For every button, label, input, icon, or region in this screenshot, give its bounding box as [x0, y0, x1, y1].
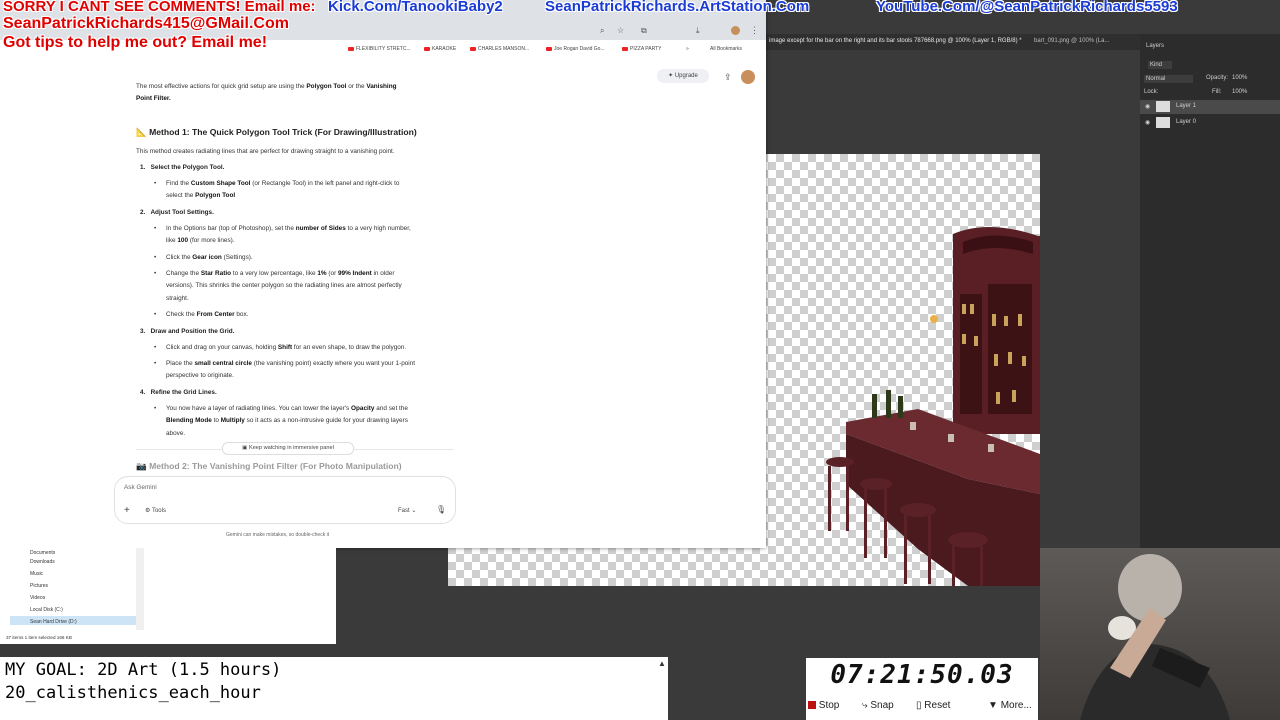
nav-item[interactable]: Downloads: [30, 558, 55, 566]
more-button[interactable]: ▼ More...: [988, 700, 1032, 711]
eye-icon[interactable]: ◉: [1145, 119, 1150, 126]
bullet-text: In the Options bar (top of Photoshop), s…: [154, 225, 411, 233]
mic-icon[interactable]: 🎙: [436, 505, 446, 514]
overlay-link-kick: Kick.Com/TanookiBaby2: [328, 0, 503, 15]
disclaimer: Gemini can make mistakes, so double-chec…: [226, 532, 330, 538]
opacity-value[interactable]: 100%: [1232, 75, 1247, 81]
nav-item[interactable]: Pictures: [30, 582, 48, 590]
upgrade-label: Upgrade: [674, 73, 698, 79]
bullet-text: Click the Gear icon (Settings).: [154, 254, 253, 262]
layer-thumbnail: [1156, 117, 1170, 128]
intro-text-2: Point Filter.: [136, 95, 171, 102]
goal-line-1: MY GOAL: 2D Art (1.5 hours): [5, 660, 282, 680]
opacity-label: Opacity:: [1206, 75, 1229, 81]
bullet-text-cont: versions). This shrinks the center polyg…: [166, 282, 402, 289]
bullet-text: You now have a layer of radiating lines.…: [154, 405, 408, 413]
layer-name[interactable]: Layer 0: [1176, 119, 1196, 125]
goal-overlay: MY GOAL: 2D Art (1.5 hours) 20_calisthen…: [0, 657, 668, 720]
reset-label: Reset: [924, 700, 951, 711]
user-avatar[interactable]: [741, 70, 755, 84]
bullet-text-cont: straight.: [166, 295, 189, 302]
gemini-chat: ✦ Upgrade ⇪ The most effective actions f…: [0, 58, 766, 548]
stopwatch-widget: 07:21:50.03 Stop ⤷ Snap ▯ Reset ▼ More..…: [806, 658, 1038, 720]
prompt-input[interactable]: Ask Gemini: [124, 484, 157, 491]
stop-icon: [808, 701, 816, 709]
nav-item[interactable]: Videos: [30, 594, 45, 602]
scrollbar[interactable]: [136, 548, 144, 630]
lock-label: Lock:: [1144, 89, 1159, 95]
add-icon[interactable]: +: [124, 505, 130, 516]
status-bar: 37 items 1 item selected 166 KB: [6, 635, 72, 640]
bullet-text: Find the Custom Shape Tool (or Rectangle…: [154, 180, 399, 188]
layer-name[interactable]: Layer 1: [1176, 103, 1196, 109]
reset-button[interactable]: ▯ Reset: [916, 700, 950, 711]
prompt-box[interactable]: Ask Gemini + ⚙ Tools Fast ⌄ 🎙: [114, 476, 456, 524]
tools-label: Tools: [151, 508, 166, 514]
reset-icon: ▯: [916, 700, 922, 711]
tools-button[interactable]: ⚙ Tools: [145, 507, 166, 514]
file-explorer: Documents Downloads Music Pictures Video…: [0, 548, 336, 644]
goal-line-2: 20_calisthenics_each_hour: [5, 683, 261, 703]
caret-up-icon[interactable]: ▲: [658, 659, 666, 668]
more-label: More...: [1000, 700, 1032, 711]
nav-item[interactable]: Documents: [30, 549, 55, 557]
share-icon[interactable]: ⇪: [724, 72, 732, 83]
streamer-figure: [1080, 554, 1230, 720]
webcam-feed: [1040, 548, 1280, 720]
snap-icon: ⤷: [862, 700, 868, 711]
overlay-line-1: SORRY I CANT SEE COMMENTS! Email me:: [3, 0, 316, 15]
kind-filter[interactable]: Kind: [1148, 61, 1173, 69]
overlay-line-2: SeanPatrickRichards415@GMail.Com: [3, 15, 289, 32]
method1-desc: This method creates radiating lines that…: [136, 148, 395, 155]
nav-item[interactable]: Local Disk (C:): [30, 606, 63, 614]
step-title: 4. Refine the Grid Lines.: [140, 389, 217, 396]
method1-heading: 📐 Method 1: The Quick Polygon Tool Trick…: [136, 127, 417, 137]
immersive-label: Keep watching in immersive panel: [248, 445, 334, 451]
timer-display: 07:21:50.03: [830, 660, 1014, 690]
snap-label: Snap: [870, 700, 894, 711]
method2-heading: 📷 Method 2: The Vanishing Point Filter (…: [136, 461, 402, 471]
layer-row-1[interactable]: ◉ Layer 1: [1140, 100, 1280, 114]
dropdown-icon: ▼: [988, 700, 998, 711]
fill-label: Fill:: [1212, 89, 1222, 95]
nav-item[interactable]: Sean Hard Drive (D:): [30, 618, 77, 626]
bullet-text-cont: perspective to originate.: [166, 372, 234, 379]
overlay-line-3: Got tips to help me out? Email me!: [3, 34, 268, 51]
bullet-text: Change the Star Ratio to a very low perc…: [154, 270, 395, 278]
mode-select[interactable]: Fast ⌄: [398, 507, 416, 514]
intro-text: The most effective actions for quick gri…: [136, 83, 397, 90]
fill-value[interactable]: 100%: [1232, 89, 1247, 95]
layer-row-0[interactable]: ◉ Layer 0: [1140, 116, 1280, 130]
bullet-text-cont: select the Polygon Tool: [166, 192, 236, 199]
blend-mode-select[interactable]: Normal: [1144, 75, 1194, 83]
step-title: 3. Draw and Position the Grid.: [140, 328, 235, 335]
bullet-text: Check the From Center box.: [154, 311, 249, 319]
bullet-text: Click and drag on your canvas, holding S…: [154, 344, 406, 352]
layer-thumbnail: [1156, 101, 1170, 112]
browser-window: ⌕ ☆ ⧉ ⤓ ⋮ FLEXIBILITY STRETC... KARAOKE …: [0, 0, 766, 548]
stream-overlay-banner: SORRY I CANT SEE COMMENTS! Email me: Sea…: [0, 0, 1280, 52]
snap-button[interactable]: ⤷ Snap: [862, 700, 894, 711]
nav-item[interactable]: Music: [30, 570, 43, 578]
overlay-link-artstation: SeanPatrickRichards.ArtStation.Com: [545, 0, 810, 15]
bullet-text: Place the small central circle (the vani…: [154, 360, 415, 368]
bullet-text-cont: Blending Mode to Multiply so it acts as …: [166, 417, 408, 424]
bullet-text-cont: above.: [166, 430, 186, 437]
upgrade-button[interactable]: ✦ Upgrade: [657, 69, 709, 83]
immersive-panel-button[interactable]: ▣ Keep watching in immersive panel: [222, 442, 354, 455]
step-title: 1. Select the Polygon Tool.: [140, 164, 225, 171]
stop-label: Stop: [818, 700, 840, 711]
bullet-text-cont: like 100 (for more lines).: [166, 237, 235, 244]
step-title: 2. Adjust Tool Settings.: [140, 209, 214, 216]
eye-icon[interactable]: ◉: [1145, 103, 1150, 110]
stop-button[interactable]: Stop: [808, 700, 839, 711]
mode-label: Fast: [398, 508, 410, 514]
overlay-link-youtube: YouTube.Com/@SeanPatrickRichards5593: [876, 0, 1178, 15]
